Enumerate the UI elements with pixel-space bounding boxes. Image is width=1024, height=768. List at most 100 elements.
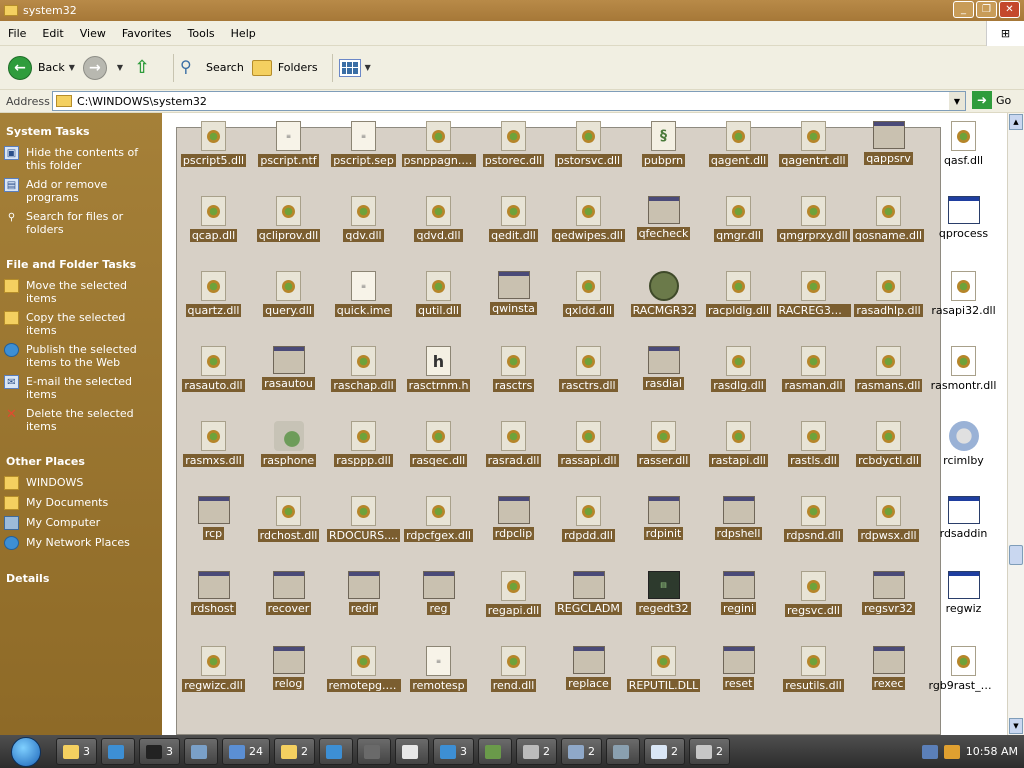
file-item[interactable]: rastapi.dll	[701, 421, 776, 496]
taskbar-button[interactable]	[184, 738, 218, 765]
file-item[interactable]: qcap.dll	[176, 196, 251, 271]
taskbar-button[interactable]: 2	[689, 738, 730, 765]
task-copy[interactable]: Copy the selected items	[4, 311, 158, 337]
file-item[interactable]: rasmans.dll	[851, 346, 926, 421]
file-item[interactable]: regwizc.dll	[176, 646, 251, 721]
other-places-title[interactable]: Other Places	[4, 455, 158, 468]
task-search-files[interactable]: ⚲ Search for files or folders	[4, 210, 158, 236]
file-item[interactable]: pstorec.dll	[476, 121, 551, 196]
scrollbar-thumb[interactable]	[1009, 545, 1023, 565]
file-item[interactable]: regini	[701, 571, 776, 646]
back-button[interactable]: ← Back ▼	[8, 55, 75, 80]
file-item[interactable]: qedit.dll	[476, 196, 551, 271]
place-my-network-places[interactable]: My Network Places	[4, 536, 158, 550]
menu-tools[interactable]: Tools	[180, 27, 223, 40]
views-button[interactable]: ▼	[338, 58, 371, 77]
file-item[interactable]: rasmontr.dll	[926, 346, 1001, 421]
file-item[interactable]: rasdial	[626, 346, 701, 421]
place-windows[interactable]: WINDOWS	[4, 476, 158, 490]
file-item[interactable]: replace	[551, 646, 626, 721]
file-item[interactable]: rdsaddin	[926, 496, 1001, 571]
file-item[interactable]: quartz.dll	[176, 271, 251, 346]
go-button[interactable]: ➜ Go	[972, 91, 1011, 109]
file-item[interactable]: psnppagn.dll	[401, 121, 476, 196]
file-item[interactable]: rgb9rast_2.dll	[926, 646, 1001, 721]
file-item[interactable]: racpldlg.dll	[701, 271, 776, 346]
back-dropdown-icon[interactable]: ▼	[69, 63, 75, 72]
file-item[interactable]: qedwipes.dll	[551, 196, 626, 271]
file-item[interactable]: ≡ pscript.ntf	[251, 121, 326, 196]
taskbar-button[interactable]: 3	[139, 738, 180, 765]
file-item[interactable]: regapi.dll	[476, 571, 551, 646]
task-delete[interactable]: ✕ Delete the selected items	[4, 407, 158, 433]
file-item[interactable]: ▤ regedt32	[626, 571, 701, 646]
file-item[interactable]: qprocess	[926, 196, 1001, 271]
file-item[interactable]: pstorsvc.dll	[551, 121, 626, 196]
file-item[interactable]: rdshost	[176, 571, 251, 646]
file-item[interactable]: rdpsnd.dll	[776, 496, 851, 571]
taskbar-button[interactable]	[606, 738, 640, 765]
file-list-view[interactable]: pscript5.dll ≡ pscript.ntf ≡ pscript.sep psnp…	[162, 113, 1007, 735]
file-item[interactable]: raschap.dll	[326, 346, 401, 421]
file-item[interactable]: qmgrprxy.dll	[776, 196, 851, 271]
file-item[interactable]: rasctrs	[476, 346, 551, 421]
file-item[interactable]: REGCLADM	[551, 571, 626, 646]
file-item[interactable]: pscript5.dll	[176, 121, 251, 196]
file-item[interactable]: ≡ pscript.sep	[326, 121, 401, 196]
file-item[interactable]: reset	[701, 646, 776, 721]
menu-file[interactable]: File	[0, 27, 34, 40]
place-my-computer[interactable]: My Computer	[4, 516, 158, 530]
file-item[interactable]: § pubprn	[626, 121, 701, 196]
file-item[interactable]: rasapi32.dll	[926, 271, 1001, 346]
menu-view[interactable]: View	[72, 27, 114, 40]
menu-favorites[interactable]: Favorites	[114, 27, 180, 40]
file-item[interactable]: rasphone	[251, 421, 326, 496]
file-item[interactable]: recover	[251, 571, 326, 646]
taskbar-button[interactable]: 2	[644, 738, 685, 765]
close-button[interactable]: ✕	[999, 1, 1020, 18]
folders-button[interactable]: Folders	[251, 59, 318, 76]
file-item[interactable]: reg	[401, 571, 476, 646]
taskbar-button[interactable]	[319, 738, 353, 765]
file-item[interactable]: qutil.dll	[401, 271, 476, 346]
file-item[interactable]: rcp	[176, 496, 251, 571]
file-item[interactable]: regwiz	[926, 571, 1001, 646]
file-item[interactable]: rdpcfgex.dll	[401, 496, 476, 571]
file-item[interactable]: rend.dll	[476, 646, 551, 721]
file-item[interactable]: qwinsta	[476, 271, 551, 346]
clock[interactable]: 10:58 AM	[966, 745, 1018, 758]
views-dropdown-icon[interactable]: ▼	[365, 63, 371, 72]
file-item[interactable]: qasf.dll	[926, 121, 1001, 196]
file-item[interactable]: qagent.dll	[701, 121, 776, 196]
file-item[interactable]: rasmxs.dll	[176, 421, 251, 496]
file-item[interactable]: query.dll	[251, 271, 326, 346]
file-item[interactable]: rassapi.dll	[551, 421, 626, 496]
details-title[interactable]: Details	[4, 572, 158, 585]
taskbar-button[interactable]: 3	[56, 738, 97, 765]
place-my-documents[interactable]: My Documents	[4, 496, 158, 510]
taskbar-button[interactable]: 2	[516, 738, 557, 765]
forward-button[interactable]: → ▼	[82, 55, 123, 80]
start-button[interactable]	[0, 735, 52, 768]
file-item[interactable]: RDOCURS....	[326, 496, 401, 571]
file-item[interactable]: rasman.dll	[776, 346, 851, 421]
menu-help[interactable]: Help	[223, 27, 264, 40]
file-item[interactable]: qfecheck	[626, 196, 701, 271]
file-item[interactable]: RACMGR32	[626, 271, 701, 346]
file-item[interactable]: resutils.dll	[776, 646, 851, 721]
task-add-remove-programs[interactable]: ▤ Add or remove programs	[4, 178, 158, 204]
taskbar-button[interactable]: 24	[222, 738, 270, 765]
file-item[interactable]: rexec	[851, 646, 926, 721]
file-folder-tasks-title[interactable]: File and Folder Tasks	[4, 258, 158, 271]
minimize-button[interactable]: _	[953, 1, 974, 18]
file-item[interactable]: qcliprov.dll	[251, 196, 326, 271]
file-item[interactable]: qdv.dll	[326, 196, 401, 271]
file-item[interactable]: rcimlby	[926, 421, 1001, 496]
task-publish[interactable]: Publish the selected items to the Web	[4, 343, 158, 369]
file-item[interactable]: rasadhlp.dll	[851, 271, 926, 346]
scroll-down-arrow-icon[interactable]: ▼	[1009, 718, 1023, 734]
taskbar-button[interactable]	[357, 738, 391, 765]
task-email[interactable]: ✉ E-mail the selected items	[4, 375, 158, 401]
file-item[interactable]: rasdlg.dll	[701, 346, 776, 421]
file-item[interactable]: rasctrs.dll	[551, 346, 626, 421]
